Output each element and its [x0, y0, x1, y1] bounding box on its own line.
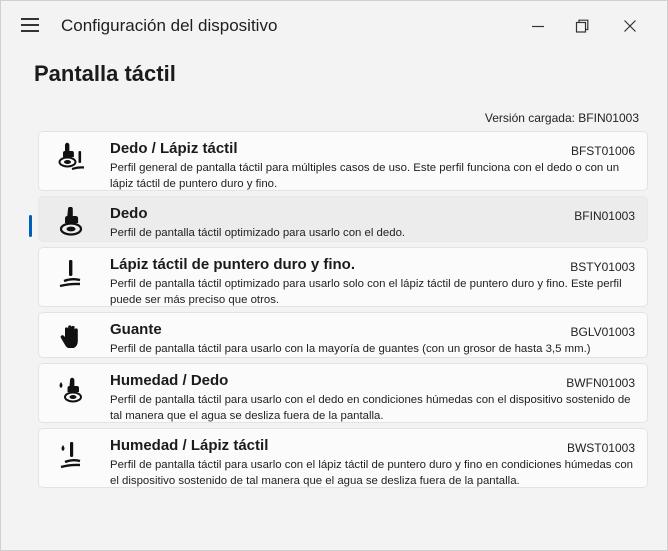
stylus-icon — [59, 260, 81, 288]
profile-description: Perfil de pantalla táctil para usarlo co… — [110, 459, 634, 487]
profile-description: Perfil de pantalla táctil para usarlo co… — [110, 394, 631, 422]
profile-card-wet-finger[interactable]: Humedad / Dedo BWFN01003 Perfil de panta… — [38, 363, 648, 423]
maximize-icon — [575, 19, 589, 33]
wet-stylus-icon — [60, 442, 81, 469]
profile-description: Perfil de pantalla táctil optimizado par… — [110, 278, 622, 306]
profile-code: BFIN01003 — [574, 209, 635, 223]
profile-card-finger-stylus[interactable]: Dedo / Lápiz táctil BFST01006 Perfil gen… — [38, 131, 648, 191]
close-button[interactable] — [607, 11, 653, 41]
loaded-version-label: Versión cargada: BFIN01003 — [484, 111, 639, 125]
profile-code: BWFN01003 — [566, 376, 635, 390]
profile-code: BSTY01003 — [570, 260, 635, 274]
profile-name: Dedo / Lápiz táctil — [110, 140, 238, 157]
profile-card-glove[interactable]: Guante BGLV01003 Perfil de pantalla táct… — [38, 312, 648, 358]
profile-name: Dedo — [110, 205, 148, 222]
window-title: Configuración del dispositivo — [61, 16, 278, 35]
profile-name: Lápiz táctil de puntero duro y fino. — [110, 256, 356, 273]
glove-icon — [60, 325, 78, 348]
profile-description: Perfil de pantalla táctil optimizado par… — [110, 227, 406, 239]
minimize-icon — [532, 25, 544, 28]
profile-card-wet-stylus[interactable]: Humedad / Lápiz táctil BWST01003 Perfil … — [38, 428, 648, 488]
close-icon — [624, 20, 636, 32]
profile-name: Humedad / Dedo — [110, 372, 229, 389]
profile-code: BGLV01003 — [570, 325, 636, 339]
wet-finger-icon — [59, 377, 82, 403]
profile-description: Perfil general de pantalla táctil para m… — [110, 162, 620, 190]
profile-name: Humedad / Lápiz táctil — [110, 437, 269, 454]
profile-code: BWST01003 — [566, 441, 635, 455]
finger-and-stylus-icon — [58, 142, 85, 171]
profile-description: Perfil de pantalla táctil para usarlo co… — [110, 343, 591, 355]
hamburger-menu-icon[interactable] — [21, 18, 39, 32]
profile-card-stylus[interactable]: Lápiz táctil de puntero duro y fino. BST… — [38, 247, 648, 307]
profile-code: BFST01006 — [570, 144, 635, 158]
profile-card-finger[interactable]: Dedo BFIN01003 Perfil de pantalla táctil… — [29, 196, 648, 242]
selected-indicator — [29, 215, 32, 237]
title-bar: Configuración del dispositivo — [1, 1, 667, 49]
page-title: Pantalla táctil — [34, 61, 176, 86]
finger-touch-icon — [59, 207, 83, 236]
maximize-button[interactable] — [559, 11, 605, 41]
minimize-button[interactable] — [515, 11, 561, 41]
profile-name: Guante — [110, 321, 162, 338]
profile-list: Dedo / Lápiz táctil BFST01006 Perfil gen… — [29, 131, 648, 493]
settings-window: Configuración del dispositivo Pantalla t… — [0, 0, 668, 551]
